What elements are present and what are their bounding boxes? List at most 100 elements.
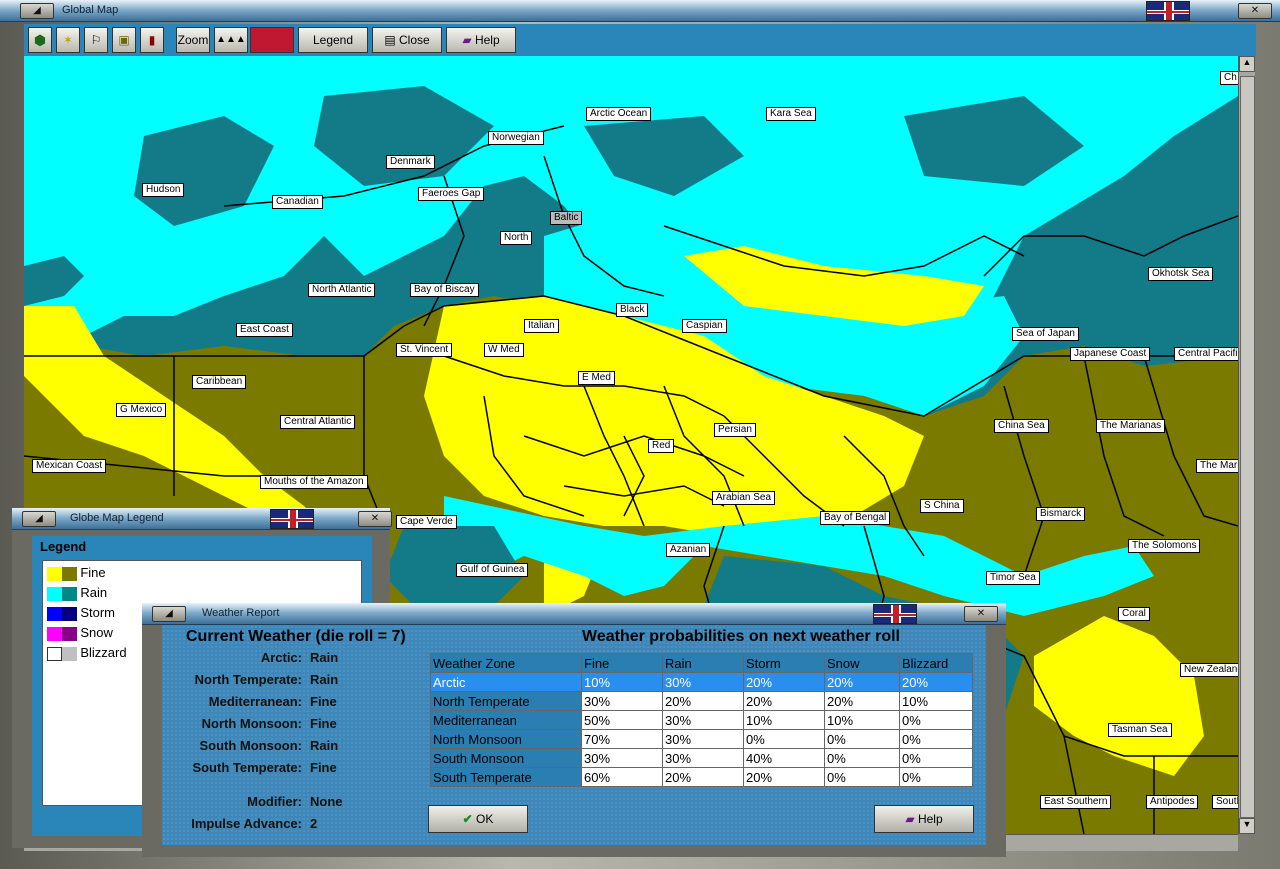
map-label[interactable]: The Marianas [1096,419,1166,433]
legend-titlebar[interactable]: ◢ Globe Map Legend ✕ [12,508,392,530]
table-row[interactable]: South Monsoon 30% 30% 40% 0% 0% [430,748,973,768]
map-label[interactable]: Southern [1212,795,1238,809]
scroll-up-arrow-icon[interactable]: ▲ [1239,56,1255,72]
main-window-title: Global Map [62,4,119,16]
close-button[interactable]: ▤ Close [372,27,442,53]
table-row[interactable]: Arctic 10% 30% 20% 20% 20% [430,672,973,692]
map-label[interactable]: The Marianas [1196,459,1238,473]
map-label[interactable]: G Mexico [116,403,167,417]
legend-item-blizzard: Blizzard [47,645,127,661]
map-label[interactable]: Norwegian [488,131,544,145]
table-cell: 20% [743,767,825,787]
map-label[interactable]: Black [616,303,649,317]
map-label[interactable]: Denmark [386,155,435,169]
blizzard-swatch-dark [62,646,77,661]
map-label[interactable]: Okhotsk Sea [1148,267,1214,281]
map-label[interactable]: Bismarck [1036,507,1086,521]
help-button[interactable]: ▰ Help [446,27,516,53]
map-label[interactable]: Arabian Sea [712,491,776,505]
table-row[interactable]: South Temperate 60% 20% 20% 0% 0% [430,767,973,787]
map-label[interactable]: Ch [1220,71,1238,85]
map-vertical-scrollbar[interactable]: ▲ ▼ [1238,56,1255,834]
map-label[interactable]: New Zealand [1180,663,1238,677]
map-label[interactable]: The Solomons [1128,539,1201,553]
weather-map-thumbnail-button[interactable] [250,27,294,53]
weather-close-button[interactable]: ✕ [964,606,998,622]
main-titlebar[interactable]: ◢ Global Map ✕ [0,0,1280,22]
help-button-label: Help [474,33,500,47]
map-label[interactable]: Arctic Ocean [586,107,652,121]
map-label[interactable]: Mexican Coast [32,459,107,473]
close-button-label: Close [398,33,430,47]
map-label[interactable]: North Atlantic [308,283,376,297]
minimize-button[interactable]: ◢ [20,3,54,19]
map-label[interactable]: Persian [714,423,756,437]
table-row[interactable]: North Temperate 30% 20% 20% 20% 10% [430,691,973,711]
current-zone-label: Arctic: [260,650,302,665]
legend-close-button[interactable]: ✕ [358,511,392,527]
map-label[interactable]: Baltic [550,211,583,225]
map-label[interactable]: Tasman Sea [1108,723,1172,737]
map-label[interactable]: Mouths of the Amazon [260,475,368,489]
column-header: Rain [662,653,744,673]
hex-tool-button[interactable]: ⬢ [28,27,52,53]
legend-item-snow: Snow [47,625,113,641]
map-label[interactable]: Japanese Coast [1070,347,1151,361]
map-label[interactable]: E Med [578,371,615,385]
map-label[interactable]: Italian [524,319,559,333]
table-cell: 0% [824,748,900,768]
map-label[interactable]: East Coast [236,323,293,337]
scroll-down-arrow-icon[interactable]: ▼ [1239,818,1255,834]
map-label[interactable]: Kara Sea [766,107,816,121]
map-label[interactable]: Hudson [142,183,185,197]
map-label[interactable]: Gulf of Guinea [456,563,529,577]
weather-help-button[interactable]: ▰ Help [874,805,974,833]
scroll-thumb[interactable] [1240,76,1255,818]
storm-swatch-dark [62,606,77,621]
map-label[interactable]: China Sea [994,419,1049,433]
map-label[interactable]: Central Pacific [1174,347,1238,361]
map-label[interactable]: Red [648,439,675,453]
zone-cell: North Monsoon [430,729,582,749]
map-label[interactable]: W Med [484,343,524,357]
grid-tool-button[interactable]: ▣ [112,27,136,53]
current-zone-value: Fine [310,760,337,775]
window-close-button[interactable]: ✕ [1238,3,1272,19]
map-label[interactable]: Central Atlantic [280,415,356,429]
checkmark-icon: ✔ [462,812,477,826]
flag-tool-button[interactable]: ⚐ [84,27,108,53]
table-cell: 20% [824,691,900,711]
map-label[interactable]: Canadian [272,195,323,209]
map-label[interactable]: North [500,231,533,245]
zoom-button[interactable]: Zoom [176,27,210,53]
table-row[interactable]: North Monsoon 70% 30% 0% 0% 0% [430,729,973,749]
map-label[interactable]: Timor Sea [986,571,1040,585]
terrain-tool-button[interactable]: ▲▲▲ [214,27,248,53]
rain-swatch-light [47,586,62,601]
table-cell: 0% [899,710,973,730]
weather-minimize-button[interactable]: ◢ [152,606,186,622]
map-label[interactable]: East Southern [1040,795,1112,809]
map-label[interactable]: Bay of Biscay [410,283,479,297]
map-label[interactable]: Antipodes [1146,795,1199,809]
star-tool-button[interactable]: ✶ [56,27,80,53]
unit-tool-button[interactable]: ▮ [140,27,164,53]
table-cell: 0% [824,767,900,787]
table-row[interactable]: Mediterranean 50% 30% 10% 10% 0% [430,710,973,730]
map-label[interactable]: Azanian [666,543,711,557]
weather-titlebar[interactable]: ◢ Weather Report ✕ [142,603,1006,625]
legend-minimize-button[interactable]: ◢ [22,511,56,527]
legend-button[interactable]: Legend [298,27,368,53]
ok-button-label: OK [476,812,494,826]
ok-button[interactable]: ✔ OK [428,805,528,833]
map-label[interactable]: Sea of Japan [1012,327,1079,341]
map-label[interactable]: Faeroes Gap [418,187,485,201]
map-label[interactable]: Caspian [682,319,727,333]
map-label[interactable]: St. Vincent [396,343,453,357]
map-label[interactable]: Coral [1118,607,1150,621]
map-label[interactable]: Cape Verde [396,515,457,529]
map-label[interactable]: S China [920,499,964,513]
map-label[interactable]: Bay of Bengal [820,511,891,525]
map-label[interactable]: Caribbean [192,375,247,389]
weather-probability-table: Weather Zone Fine Rain Storm Snow Blizza… [430,653,973,787]
